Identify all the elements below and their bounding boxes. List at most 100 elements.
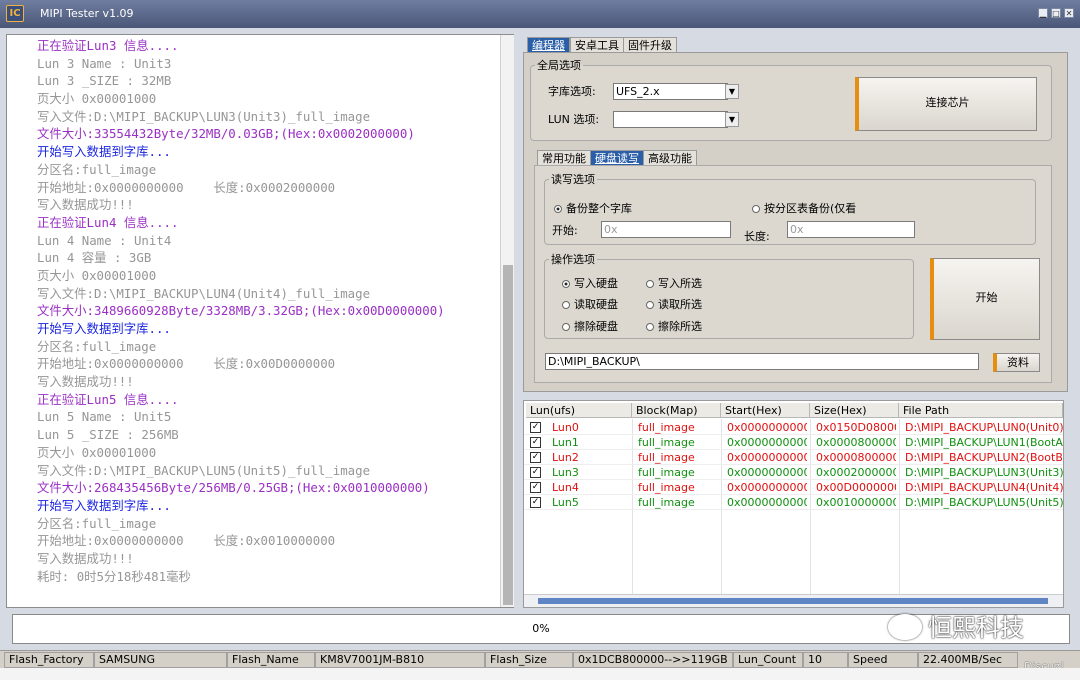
radio-erase-selected[interactable]: 擦除所选 — [646, 318, 702, 334]
table-row[interactable]: ✓ Lun3 full_image 0x0000000000 0x0002000000 D… — [524, 465, 1063, 480]
table-scroll-thumb[interactable] — [538, 598, 1048, 604]
cell-lun: Lun3 — [552, 466, 579, 479]
table-scrollbar[interactable] — [524, 594, 1063, 607]
row-checkbox[interactable]: ✓ — [530, 467, 541, 478]
cell-path: D:\MIPI_BACKUP\LUN0(Unit0)_full_i — [905, 421, 1063, 434]
tab-android-tools[interactable]: 安卓工具 — [570, 37, 624, 52]
row-checkbox[interactable]: ✓ — [530, 452, 541, 463]
start-address-input[interactable]: 0x — [601, 221, 731, 238]
log-line: 写入数据成功!!! — [37, 374, 134, 390]
tab-advanced-functions[interactable]: 高级功能 — [643, 150, 697, 165]
col-header-block[interactable]: Block(Map) — [632, 403, 721, 418]
lun-count-value: 10 — [803, 652, 848, 668]
log-scroll-thumb[interactable] — [503, 265, 513, 605]
cell-block: full_image — [638, 466, 695, 479]
lun-table: Lun(ufs) Block(Map) Start(Hex) Size(Hex)… — [523, 400, 1064, 608]
cell-block: full_image — [638, 481, 695, 494]
start-label: 开始: — [552, 224, 578, 237]
log-line: 分区名:full_image — [37, 515, 157, 531]
radio-backup-full-label: 备份整个字库 — [566, 202, 632, 215]
log-line: 开始地址:0x0000000000 长度:0x0010000000 — [37, 533, 336, 549]
app-logo-icon: IC — [6, 5, 24, 22]
radio-selected-icon — [554, 205, 562, 213]
tab-disk-read-write[interactable]: 硬盘读写 — [590, 150, 644, 165]
table-row[interactable]: ✓ Lun4 full_image 0x0000000000 0x00D0000000 D… — [524, 480, 1063, 495]
radio-backup-partition[interactable]: 按分区表备份(仅看 — [752, 200, 856, 216]
cell-lun: Lun2 — [552, 451, 579, 464]
lib-option-select[interactable]: UFS_2.x — [613, 83, 728, 100]
table-row[interactable]: ✓ Lun1 full_image 0x0000000000 0x0000800000 D… — [524, 435, 1063, 450]
col-header-lun[interactable]: Lun(ufs) — [526, 403, 632, 418]
log-panel[interactable]: 正在验证Lun3 信息.... Lun 3 Name : Unit3 Lun 3 _… — [6, 34, 514, 608]
radio-read-selected-label: 读取所选 — [658, 298, 702, 311]
cell-size: 0x00D0000000 — [816, 481, 896, 494]
lun-option-select[interactable] — [613, 111, 728, 128]
tab-firmware-upgrade[interactable]: 固件升级 — [623, 37, 677, 52]
lun-option-label: LUN 选项: — [548, 113, 600, 126]
log-line: 分区名:full_image — [37, 338, 157, 354]
lun-dropdown-icon[interactable]: ▼ — [725, 112, 739, 127]
log-line: 正在验证Lun5 信息.... — [37, 391, 179, 407]
row-checkbox[interactable]: ✓ — [530, 482, 541, 493]
log-line: 页大小 0x00001000 — [37, 267, 157, 283]
minimize-button[interactable]: ▁ — [1038, 8, 1048, 18]
cell-block: full_image — [638, 421, 695, 434]
radio-unselected-icon — [562, 323, 570, 331]
radio-selected-icon — [562, 280, 570, 288]
radio-erase-disk[interactable]: 擦除硬盘 — [562, 318, 618, 334]
log-line: 写入数据成功!!! — [37, 197, 134, 213]
tab-common-functions[interactable]: 常用功能 — [537, 150, 591, 165]
log-line: 文件大小:3489660928Byte/3328MB/3.32GB;(Hex:0… — [37, 303, 445, 319]
close-button[interactable]: ✕ — [1064, 8, 1074, 18]
col-header-start[interactable]: Start(Hex) — [721, 403, 810, 418]
tab-programmer[interactable]: 编程器 — [527, 37, 570, 52]
log-line: Lun 3 _SIZE : 32MB — [37, 73, 172, 89]
cell-size: 0x0000800000 — [816, 451, 896, 464]
length-input[interactable]: 0x — [787, 221, 915, 238]
cell-path: D:\MIPI_BACKUP\LUN1(BootA)_full_ — [905, 436, 1063, 449]
radio-erase-disk-label: 擦除硬盘 — [574, 320, 618, 333]
speed-label: Speed — [848, 652, 918, 668]
flash-size-label: Flash_Size — [485, 652, 573, 668]
flash-name-label: Flash_Name — [227, 652, 315, 668]
cell-path: D:\MIPI_BACKUP\LUN4(Unit4)_full_i — [905, 481, 1063, 494]
col-header-file-path[interactable]: File Path — [899, 403, 1063, 418]
log-line: Lun 5 Name : Unit5 — [37, 409, 172, 425]
title-bar: IC MIPI Tester v1.09 ▁ □ ✕ — [0, 0, 1080, 28]
radio-write-disk[interactable]: 写入硬盘 — [562, 275, 618, 291]
cell-start: 0x0000000000 — [727, 436, 807, 449]
flash-size-value: 0x1DCB800000-->>119GB — [573, 652, 733, 668]
lib-dropdown-icon[interactable]: ▼ — [725, 84, 739, 99]
table-row[interactable]: ✓ Lun2 full_image 0x0000000000 0x0000800000 D… — [524, 450, 1063, 465]
radio-read-disk[interactable]: 读取硬盘 — [562, 296, 618, 312]
backup-path-input[interactable]: D:\MIPI_BACKUP\ — [545, 353, 979, 370]
radio-unselected-icon — [752, 205, 760, 213]
table-row[interactable]: ✓ Lun0 full_image 0x0000000000 0x0150D08000 D… — [524, 420, 1063, 435]
bottom-strip — [0, 668, 1080, 680]
progress-text: 0% — [532, 622, 550, 635]
cell-lun: Lun4 — [552, 481, 579, 494]
table-row[interactable]: ✓ Lun5 full_image 0x0000000000 0x0010000000 D… — [524, 495, 1063, 510]
maximize-button[interactable]: □ — [1051, 8, 1061, 18]
rw-options-legend: 读写选项 — [551, 173, 595, 186]
cell-block: full_image — [638, 496, 695, 509]
row-checkbox[interactable]: ✓ — [530, 422, 541, 433]
row-checkbox[interactable]: ✓ — [530, 497, 541, 508]
radio-write-selected[interactable]: 写入所选 — [646, 275, 702, 291]
start-button[interactable]: 开始 — [930, 258, 1040, 340]
cell-size: 0x0150D08000 — [816, 421, 896, 434]
col-header-size[interactable]: Size(Hex) — [810, 403, 899, 418]
log-line: 正在验证Lun3 信息.... — [37, 38, 179, 53]
watermark: 恒熙科技 — [888, 608, 1078, 652]
log-scrollbar[interactable] — [500, 35, 514, 607]
connect-chip-button[interactable]: 连接芯片 — [855, 77, 1037, 131]
cell-lun: Lun0 — [552, 421, 579, 434]
radio-read-selected[interactable]: 读取所选 — [646, 296, 702, 312]
log-line: 开始地址:0x0000000000 长度:0x0002000000 — [37, 179, 336, 195]
browse-folder-button[interactable]: 资料 — [993, 353, 1040, 372]
row-checkbox[interactable]: ✓ — [530, 437, 541, 448]
global-options-legend: 全局选项 — [537, 59, 581, 72]
log-line: 开始写入数据到字库... — [37, 497, 171, 513]
radio-backup-full[interactable]: 备份整个字库 — [554, 200, 632, 216]
cell-path: D:\MIPI_BACKUP\LUN2(BootB)_full_ — [905, 451, 1063, 464]
